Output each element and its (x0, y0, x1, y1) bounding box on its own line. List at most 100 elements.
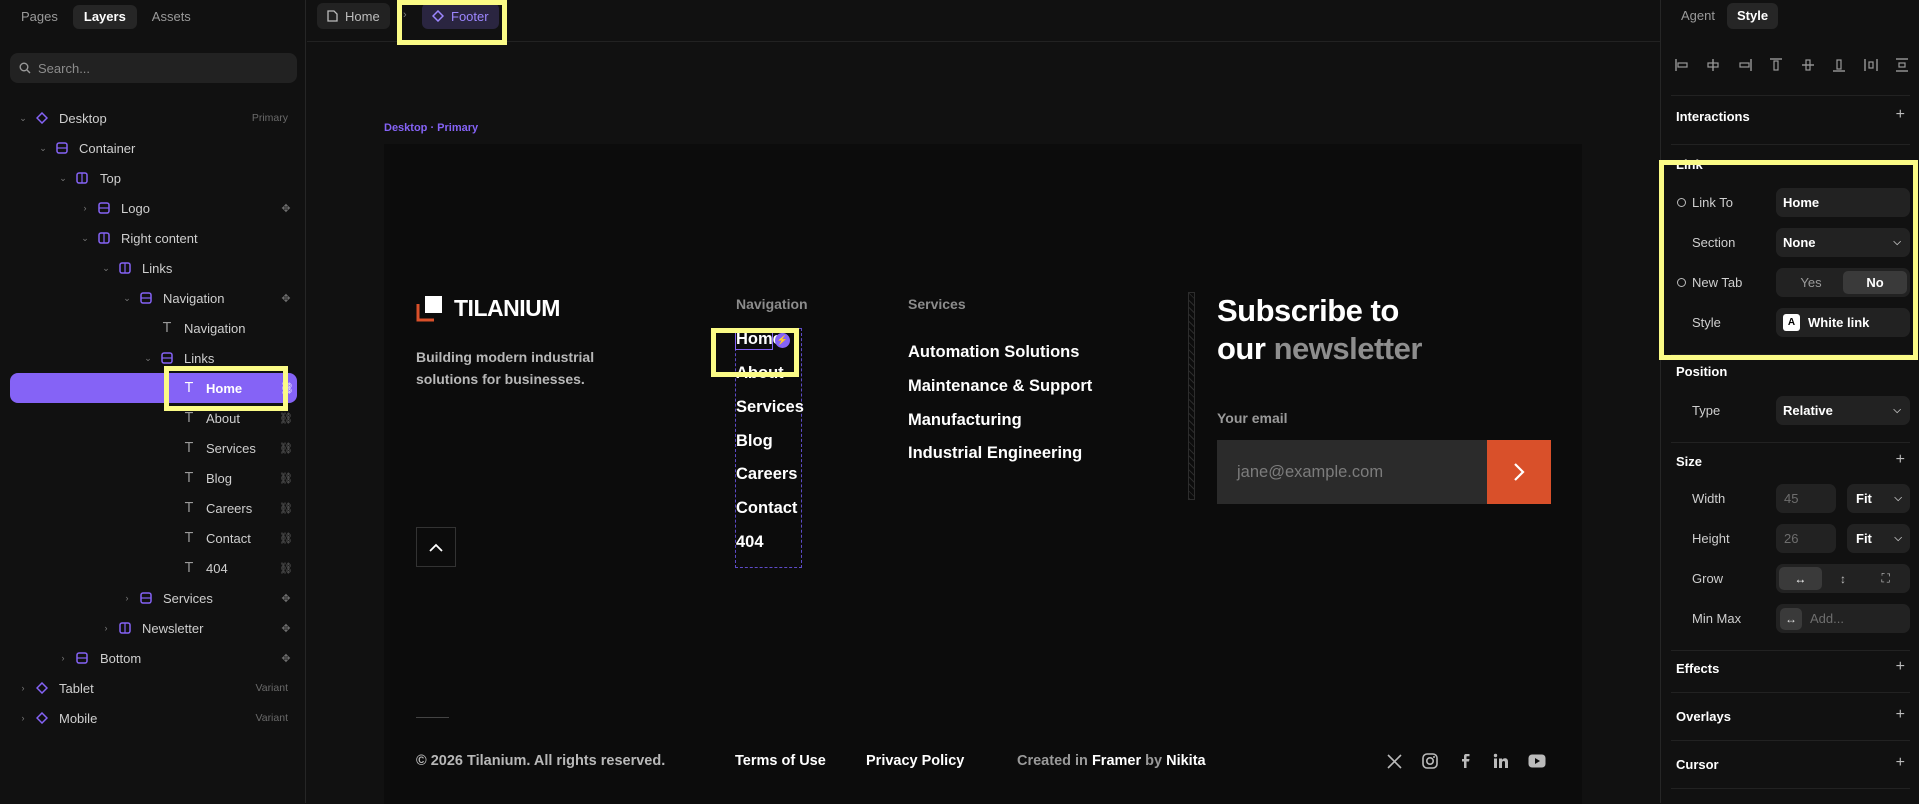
chevron-down-icon[interactable]: ⌄ (143, 353, 153, 363)
layer-services-stack[interactable]: › Services ✥ (0, 583, 306, 613)
chevron-down-icon[interactable]: ⌄ (18, 113, 28, 123)
layer-home-selected[interactable]: T Home ⛓ (10, 373, 297, 403)
section-select[interactable]: None ⌵ (1776, 228, 1910, 257)
nav-link-about[interactable]: About (736, 364, 784, 383)
layer-container[interactable]: ⌄ Container (0, 133, 306, 163)
component-outline-icon[interactable]: ✥ (280, 652, 292, 665)
brand-logo[interactable]: TILANIUM (416, 294, 560, 322)
layer-services-text[interactable]: T Services ⛓ (0, 433, 306, 463)
link-to-field[interactable]: Home (1776, 188, 1910, 217)
grow-both-icon[interactable]: ⛶ (1864, 567, 1907, 590)
tab-layers[interactable]: Layers (72, 5, 137, 29)
chevron-down-icon[interactable]: ⌄ (58, 173, 68, 183)
width-input[interactable]: 45 (1776, 484, 1836, 513)
position-type-select[interactable]: Relative ⌵ (1776, 396, 1910, 425)
align-right-icon[interactable] (1738, 58, 1752, 72)
chevron-down-icon[interactable]: ⌄ (122, 293, 132, 303)
layer-contact[interactable]: T Contact ⛓ (0, 523, 306, 553)
link-icon[interactable]: ⛓ (279, 472, 293, 485)
tab-agent[interactable]: Agent (1671, 3, 1725, 29)
add-interaction-icon[interactable]: + (1896, 106, 1905, 124)
tab-pages[interactable]: Pages (10, 5, 69, 29)
component-outline-icon[interactable]: ✥ (280, 292, 292, 305)
new-tab-dot-icon[interactable] (1677, 278, 1686, 287)
height-mode-select[interactable]: Fit ⌵ (1847, 524, 1910, 553)
services-link-automation[interactable]: Automation Solutions (908, 343, 1079, 362)
link-style-field[interactable]: A White link (1776, 308, 1910, 337)
terms-link[interactable]: Terms of Use (735, 753, 826, 769)
chevron-right-icon[interactable]: › (18, 713, 28, 723)
component-outline-icon[interactable]: ✥ (280, 622, 292, 635)
link-icon[interactable]: ⛓ (280, 382, 294, 395)
layer-bottom[interactable]: › Bottom ✥ (0, 643, 306, 673)
footer-frame[interactable]: TILANIUM Building modern industrial solu… (384, 144, 1582, 804)
back-to-top-button[interactable] (416, 527, 456, 567)
height-input[interactable]: 26 (1776, 524, 1836, 553)
new-tab-no[interactable]: No (1843, 271, 1907, 294)
align-left-icon[interactable] (1675, 58, 1689, 72)
add-cursor-icon[interactable]: + (1896, 754, 1905, 772)
chevron-right-icon[interactable]: › (122, 593, 132, 603)
services-link-maintenance[interactable]: Maintenance & Support (908, 377, 1092, 396)
services-link-engineering[interactable]: Industrial Engineering (908, 444, 1082, 463)
breadcrumb-home[interactable]: Home (317, 3, 390, 29)
layer-logo[interactable]: › Logo ✥ (0, 193, 306, 223)
align-bottom-icon[interactable] (1832, 58, 1846, 72)
distribute-h-icon[interactable] (1863, 58, 1878, 72)
layer-careers[interactable]: T Careers ⛓ (0, 493, 306, 523)
layer-navigation-text[interactable]: T Navigation (0, 313, 306, 343)
add-overlay-icon[interactable]: + (1896, 706, 1905, 724)
nav-link-contact[interactable]: Contact (736, 499, 797, 518)
credit-author[interactable]: Nikita (1166, 753, 1206, 769)
link-icon[interactable]: ⛓ (279, 412, 293, 425)
width-mode-select[interactable]: Fit ⌵ (1847, 484, 1910, 513)
add-effect-icon[interactable]: + (1896, 658, 1905, 676)
minmax-field[interactable]: ↔ Add... (1776, 604, 1910, 633)
services-link-manufacturing[interactable]: Manufacturing (908, 411, 1022, 430)
link-icon[interactable]: ⛓ (279, 442, 293, 455)
nav-link-404[interactable]: 404 (736, 533, 764, 552)
youtube-icon[interactable] (1527, 751, 1547, 771)
credit-tool[interactable]: Framer (1092, 753, 1141, 769)
chevron-down-icon[interactable]: ⌄ (38, 143, 48, 153)
align-center-v-icon[interactable] (1801, 58, 1815, 72)
component-outline-icon[interactable]: ✥ (280, 202, 292, 215)
bolt-icon[interactable]: ⚡ (775, 333, 790, 348)
frame-label[interactable]: Desktop · Primary (384, 122, 478, 134)
email-input[interactable]: jane@example.com (1217, 440, 1487, 504)
layer-tablet[interactable]: › Tablet Variant (0, 673, 306, 703)
align-center-h-icon[interactable] (1706, 58, 1720, 72)
facebook-icon[interactable] (1456, 751, 1476, 771)
add-size-icon[interactable]: + (1896, 451, 1905, 469)
grow-vertical-icon[interactable]: ↕ (1822, 567, 1865, 590)
chevron-right-icon[interactable]: › (101, 623, 111, 633)
privacy-link[interactable]: Privacy Policy (866, 753, 964, 769)
chevron-down-icon[interactable]: ⌄ (101, 263, 111, 273)
tab-style[interactable]: Style (1726, 3, 1779, 29)
chevron-right-icon[interactable]: › (80, 203, 90, 213)
new-tab-yes[interactable]: Yes (1779, 271, 1843, 294)
link-to-dot-icon[interactable] (1677, 198, 1686, 207)
layer-newsletter[interactable]: › Newsletter ✥ (0, 613, 306, 643)
distribute-v-icon[interactable] (1895, 58, 1909, 72)
component-outline-icon[interactable]: ✥ (280, 592, 292, 605)
nav-link-blog[interactable]: Blog (736, 432, 773, 451)
design-canvas[interactable]: Desktop · Primary TILANIUM Building mode… (307, 43, 1672, 804)
link-icon[interactable]: ⛓ (279, 502, 293, 515)
nav-link-careers[interactable]: Careers (736, 465, 797, 484)
layer-about[interactable]: T About ⛓ (0, 403, 306, 433)
breadcrumb-footer[interactable]: Footer (422, 3, 499, 29)
chevron-right-icon[interactable]: › (18, 683, 28, 693)
instagram-icon[interactable] (1420, 751, 1440, 771)
nav-link-services[interactable]: Services (736, 398, 804, 417)
layer-404[interactable]: T 404 ⛓ (0, 553, 306, 583)
layer-blog[interactable]: T Blog ⛓ (0, 463, 306, 493)
layer-navigation-stack[interactable]: ⌄ Navigation ✥ (0, 283, 306, 313)
layer-mobile[interactable]: › Mobile Variant (0, 703, 306, 733)
chevron-down-icon[interactable]: ⌄ (80, 233, 90, 243)
linkedin-icon[interactable] (1491, 751, 1511, 771)
x-icon[interactable] (1384, 751, 1404, 771)
layer-desktop[interactable]: ⌄ Desktop Primary (0, 103, 306, 133)
link-icon[interactable]: ⛓ (279, 562, 293, 575)
subscribe-submit-button[interactable] (1487, 440, 1551, 504)
